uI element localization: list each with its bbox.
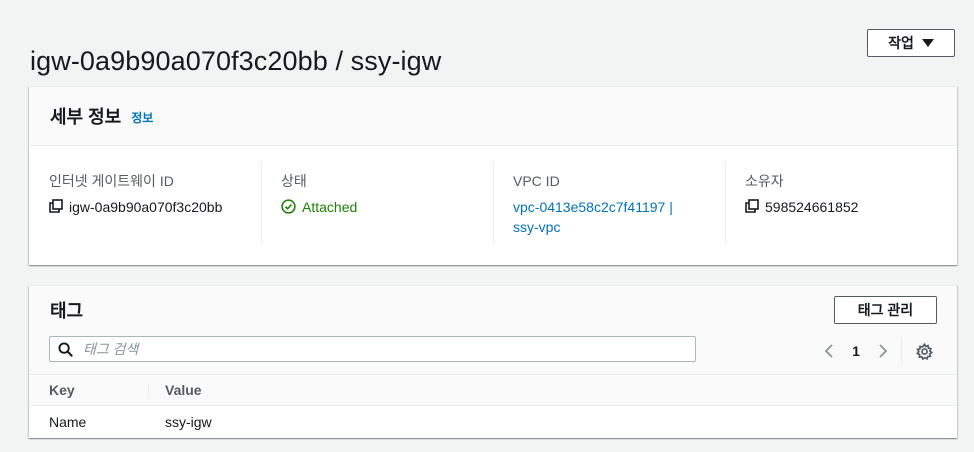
owner-value: 598524661852 bbox=[765, 199, 859, 215]
detail-owner: 소유자 598524661852 bbox=[725, 160, 957, 245]
detail-state: 상태 Attached bbox=[261, 160, 493, 245]
chevron-left-icon[interactable] bbox=[819, 339, 839, 363]
caret-down-icon bbox=[921, 39, 934, 47]
pager-divider bbox=[901, 338, 902, 364]
details-columns: 인터넷 게이트웨이 ID igw-0a9b90a070f3c20bb 상태 At… bbox=[29, 146, 957, 245]
status-value: Attached bbox=[302, 199, 358, 215]
detail-label: 상태 bbox=[281, 173, 307, 189]
vpc-id-link[interactable]: vpc-0413e58c2c7f41197 | ssy-vpc bbox=[513, 197, 705, 237]
info-link[interactable]: 정보 bbox=[131, 109, 153, 126]
column-header-key[interactable]: Key bbox=[29, 375, 149, 406]
check-circle-icon bbox=[281, 199, 296, 214]
gear-icon[interactable] bbox=[914, 339, 934, 363]
detail-value-row: Attached bbox=[281, 197, 473, 217]
detail-vpc-id: VPC ID vpc-0413e58c2c7f41197 | ssy-vpc bbox=[493, 160, 725, 245]
detail-value-row: igw-0a9b90a070f3c20bb bbox=[49, 197, 241, 217]
detail-label: 인터넷 게이트웨이 ID bbox=[49, 173, 174, 189]
details-title: 세부 정보 bbox=[50, 107, 122, 127]
copy-icon[interactable] bbox=[49, 199, 63, 213]
tag-value-cell: ssy-igw bbox=[165, 414, 212, 430]
column-header-value[interactable]: Value bbox=[149, 375, 957, 406]
page-title: igw-0a9b90a070f3c20bb / ssy-igw bbox=[30, 46, 442, 77]
tags-table: Key Value Name ssy-igw bbox=[29, 375, 957, 438]
tag-search-input[interactable] bbox=[81, 340, 695, 358]
detail-label: VPC ID bbox=[513, 173, 560, 189]
copy-icon[interactable] bbox=[745, 199, 759, 213]
detail-value-row: vpc-0413e58c2c7f41197 | ssy-vpc bbox=[513, 197, 705, 237]
details-panel: 세부 정보 정보 인터넷 게이트웨이 ID igw-0a9b90a070f3c2… bbox=[29, 86, 957, 265]
tags-panel: 태그 태그 관리 1 bbox=[29, 285, 957, 438]
actions-button-label: 작업 bbox=[888, 35, 914, 51]
tags-title: 태그 bbox=[50, 301, 84, 321]
detail-label: 소유자 bbox=[745, 173, 784, 189]
tags-panel-header: 태그 태그 관리 bbox=[29, 286, 957, 334]
vpc-id-line2: ssy-vpc bbox=[513, 219, 561, 235]
pagination: 1 bbox=[819, 338, 934, 364]
details-panel-header: 세부 정보 정보 bbox=[29, 87, 957, 146]
tag-key-cell: Name bbox=[49, 414, 87, 430]
tags-filter-row: 1 bbox=[29, 334, 957, 375]
gateway-id-value: igw-0a9b90a070f3c20bb bbox=[69, 199, 223, 215]
detail-gateway-id: 인터넷 게이트웨이 ID igw-0a9b90a070f3c20bb bbox=[29, 160, 261, 245]
table-row: Name ssy-igw bbox=[29, 406, 957, 439]
tag-search-box[interactable] bbox=[49, 336, 696, 362]
chevron-right-icon[interactable] bbox=[873, 339, 893, 363]
detail-value-row: 598524661852 bbox=[745, 197, 937, 217]
vpc-id-line1: vpc-0413e58c2c7f41197 | bbox=[513, 199, 673, 215]
table-header-row: Key Value bbox=[29, 375, 957, 406]
search-icon bbox=[58, 341, 73, 357]
actions-dropdown-button[interactable]: 작업 bbox=[867, 29, 955, 57]
manage-tags-button[interactable]: 태그 관리 bbox=[834, 296, 937, 324]
current-page-number[interactable]: 1 bbox=[839, 343, 873, 359]
